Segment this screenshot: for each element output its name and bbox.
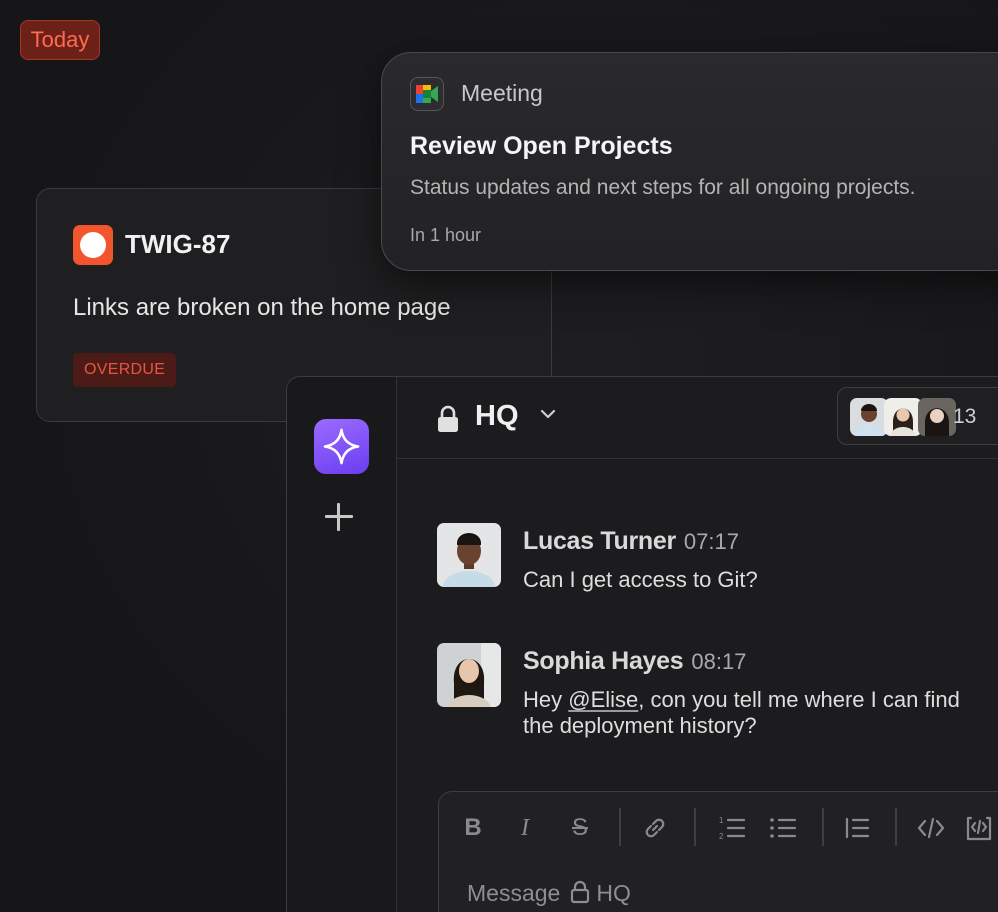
chevron-down-icon[interactable] <box>540 409 556 419</box>
meeting-title: Review Open Projects <box>410 132 673 160</box>
lock-icon <box>438 405 458 432</box>
today-chip[interactable]: Today <box>20 20 100 60</box>
avatar <box>850 398 888 436</box>
message-composer[interactable]: B I S 1 2 Message HQ <box>438 791 998 912</box>
sparkle-icon <box>323 428 360 465</box>
code-block-icon[interactable] <box>963 812 995 844</box>
toolbar-divider <box>822 808 824 846</box>
google-meet-icon <box>410 77 444 111</box>
svg-text:1: 1 <box>719 816 724 825</box>
strikethrough-icon[interactable]: S <box>564 812 596 844</box>
chat-sidebar-rail <box>287 377 397 912</box>
issue-title: Links are broken on the home page <box>73 294 451 321</box>
message-time: 08:17 <box>691 649 747 674</box>
message-input-placeholder[interactable]: Message HQ <box>467 880 631 907</box>
avatar[interactable] <box>437 643 501 707</box>
meeting-description: Status updates and next steps for all on… <box>410 176 916 199</box>
add-icon[interactable] <box>321 499 357 535</box>
code-icon[interactable] <box>915 812 947 844</box>
toolbar-divider <box>895 808 897 846</box>
chat-header: HQ 13 <box>397 377 998 459</box>
meeting-label: Meeting <box>461 80 543 106</box>
channel-name[interactable]: HQ <box>475 400 519 433</box>
toolbar-divider <box>619 808 621 846</box>
message-time: 07:17 <box>683 529 739 554</box>
blockquote-icon[interactable] <box>841 812 873 844</box>
avatar[interactable] <box>437 523 501 587</box>
user-mention[interactable]: @Elise <box>568 687 638 712</box>
message-text: Can I get access to Git? <box>523 567 758 592</box>
workspace-canvas: Today TWIG-87 Links are broken on the ho… <box>0 0 998 912</box>
svg-text:2: 2 <box>719 832 724 841</box>
ordered-list-icon[interactable]: 1 2 <box>716 812 748 844</box>
meeting-time: In 1 hour <box>410 225 482 245</box>
status-badge: OVERDUE <box>73 353 177 387</box>
issue-id: TWIG-87 <box>125 229 231 259</box>
italic-icon[interactable]: I <box>509 812 541 844</box>
member-count: 13 <box>953 405 977 428</box>
members-button[interactable]: 13 <box>837 387 998 445</box>
meeting-card[interactable]: Meeting Review Open Projects Status upda… <box>381 52 998 271</box>
avatar <box>918 398 956 436</box>
bold-icon[interactable]: B <box>457 812 489 844</box>
message-author[interactable]: Sophia Hayes 08:17 <box>523 647 746 676</box>
avatar <box>884 398 922 436</box>
lock-icon <box>571 880 590 904</box>
issue-status-icon <box>73 225 113 265</box>
chat-panel: HQ 13 Lucas Turner 07:17 Can I get acces… <box>286 376 998 912</box>
link-icon[interactable] <box>639 812 671 844</box>
message-author[interactable]: Lucas Turner 07:17 <box>523 527 739 556</box>
toolbar-divider <box>694 808 696 846</box>
bullet-list-icon[interactable] <box>767 812 799 844</box>
message-text: Hey @Elise, con you tell me where I can … <box>523 687 960 738</box>
ai-assistant-button[interactable] <box>314 419 369 474</box>
